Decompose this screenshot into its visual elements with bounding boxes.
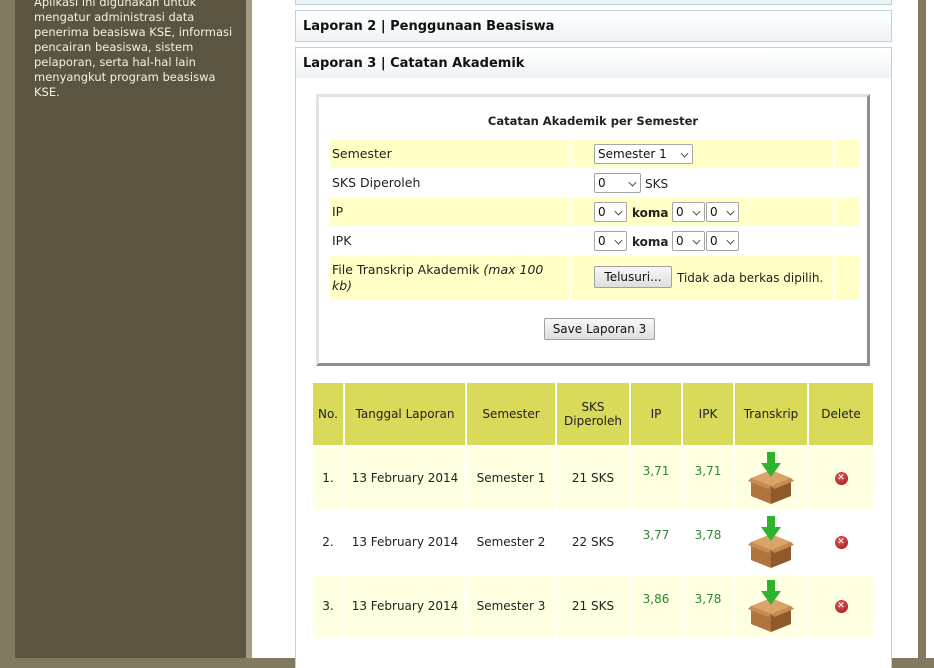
ipk-label: IPK (332, 233, 352, 248)
cell-transkrip (735, 575, 807, 637)
semester-select[interactable]: Semester 1 (594, 144, 693, 164)
col-header-ip: IP (631, 383, 681, 445)
cell-transkrip (735, 511, 807, 573)
file-label-text: File Transkrip Akademik (332, 262, 480, 277)
ip-row: IP 0 koma 0 0 (330, 198, 859, 226)
browse-button[interactable]: Telusuri... (594, 266, 672, 288)
chevron-down-icon (614, 207, 623, 216)
cell-sks: 21 SKS (557, 447, 629, 509)
cell-ip: 3,86 (631, 575, 681, 637)
chevron-down-icon (614, 236, 623, 245)
delete-icon[interactable]: ✕ (834, 535, 848, 549)
ip-decimal1-value: 0 (676, 205, 684, 219)
cell-semester: Semester 3 (467, 575, 555, 637)
cell-delete: ✕ (809, 511, 873, 573)
accordion-header-laporan3[interactable]: Laporan 3 | Catatan Akademik (295, 47, 892, 79)
sks-select[interactable]: 0 (594, 173, 641, 193)
ip-decimal2-value: 0 (710, 205, 718, 219)
delete-icon[interactable]: ✕ (834, 599, 848, 613)
cell-no: 1. (313, 447, 343, 509)
ipk-decimal2-select[interactable]: 0 (706, 231, 739, 251)
semester-select-value: Semester 1 (598, 147, 667, 161)
save-laporan3-button[interactable]: Save Laporan 3 (544, 318, 655, 340)
cell-tanggal: 13 February 2014 (345, 447, 465, 509)
file-row: File Transkrip Akademik (max 100 kb) Tel… (330, 256, 859, 300)
cell-ipk: 3,78 (683, 511, 733, 573)
cell-sks: 22 SKS (557, 511, 629, 573)
ip-integer-value: 0 (598, 205, 606, 219)
cell-semester: Semester 2 (467, 511, 555, 573)
chevron-down-icon (692, 236, 701, 245)
col-header-ipk: IPK (683, 383, 733, 445)
cell-tanggal: 13 February 2014 (345, 575, 465, 637)
cell-semester: Semester 1 (467, 447, 555, 509)
download-box-icon[interactable] (748, 452, 794, 504)
sks-row: SKS Diperoleh 0 SKS (330, 169, 859, 197)
download-box-icon[interactable] (748, 580, 794, 632)
sks-select-value: 0 (598, 176, 606, 190)
left-frame (0, 0, 15, 658)
ipk-row: IPK 0 koma 0 0 (330, 227, 859, 255)
chevron-down-icon (692, 207, 701, 216)
cell-delete: ✕ (809, 447, 873, 509)
cell-transkrip (735, 447, 807, 509)
col-header-tanggal: Tanggal Laporan (345, 383, 465, 445)
right-edge (926, 0, 934, 658)
chevron-down-icon (726, 236, 735, 245)
cell-ipk: 3,78 (683, 575, 733, 637)
form-title: Catatan Akademik per Semester (487, 114, 699, 128)
col-header-transkrip: Transkrip (735, 383, 807, 445)
ip-koma: koma (632, 206, 669, 220)
no-file-text: Tidak ada berkas dipilih. (677, 271, 824, 285)
file-label: File Transkrip Akademik (max 100 kb) (332, 262, 562, 294)
chevron-down-icon (726, 207, 735, 216)
accordion-header-laporan2[interactable]: Laporan 2 | Penggunaan Beasiswa (295, 10, 892, 42)
semester-label: Semester (332, 146, 392, 161)
cell-no: 2. (313, 511, 343, 573)
accordion-laporan1-bottom (295, 0, 892, 5)
main-content: Laporan 2 | Penggunaan Beasiswa Laporan … (252, 0, 918, 668)
catatan-akademik-form: Catatan Akademik per Semester Semester S… (316, 94, 870, 366)
download-box-icon[interactable] (748, 516, 794, 568)
semester-row: Semester Semester 1 (330, 140, 859, 168)
right-frame (918, 0, 926, 658)
cell-tanggal: 13 February 2014 (345, 511, 465, 573)
col-header-delete: Delete (809, 383, 873, 445)
sidebar-description: Aplikasi ini digunakan untuk mengatur ad… (34, 0, 233, 99)
cell-ip: 3,71 (631, 447, 681, 509)
chevron-down-icon (680, 149, 689, 158)
ip-decimal2-select[interactable]: 0 (706, 202, 739, 222)
sks-unit: SKS (645, 177, 669, 191)
ipk-decimal1-select[interactable]: 0 (672, 231, 705, 251)
ip-decimal1-select[interactable]: 0 (672, 202, 705, 222)
delete-icon[interactable]: ✕ (834, 471, 848, 485)
cell-no: 3. (313, 575, 343, 637)
cell-delete: ✕ (809, 575, 873, 637)
sidebar: Aplikasi ini digunakan untuk mengatur ad… (15, 0, 246, 658)
cell-ip: 3,77 (631, 511, 681, 573)
ipk-integer-value: 0 (598, 234, 606, 248)
col-header-sks: SKS Diperoleh (557, 383, 629, 445)
ipk-decimal1-value: 0 (676, 234, 684, 248)
ip-integer-select[interactable]: 0 (594, 202, 627, 222)
cell-sks: 21 SKS (557, 575, 629, 637)
chevron-down-icon (628, 178, 637, 187)
sks-label: SKS Diperoleh (332, 175, 421, 190)
col-header-no: No. (313, 383, 343, 445)
ip-label: IP (332, 204, 344, 219)
ipk-decimal2-value: 0 (710, 234, 718, 248)
ipk-koma: koma (632, 235, 669, 249)
col-header-semester: Semester (467, 383, 555, 445)
cell-ipk: 3,71 (683, 447, 733, 509)
ipk-integer-select[interactable]: 0 (594, 231, 627, 251)
